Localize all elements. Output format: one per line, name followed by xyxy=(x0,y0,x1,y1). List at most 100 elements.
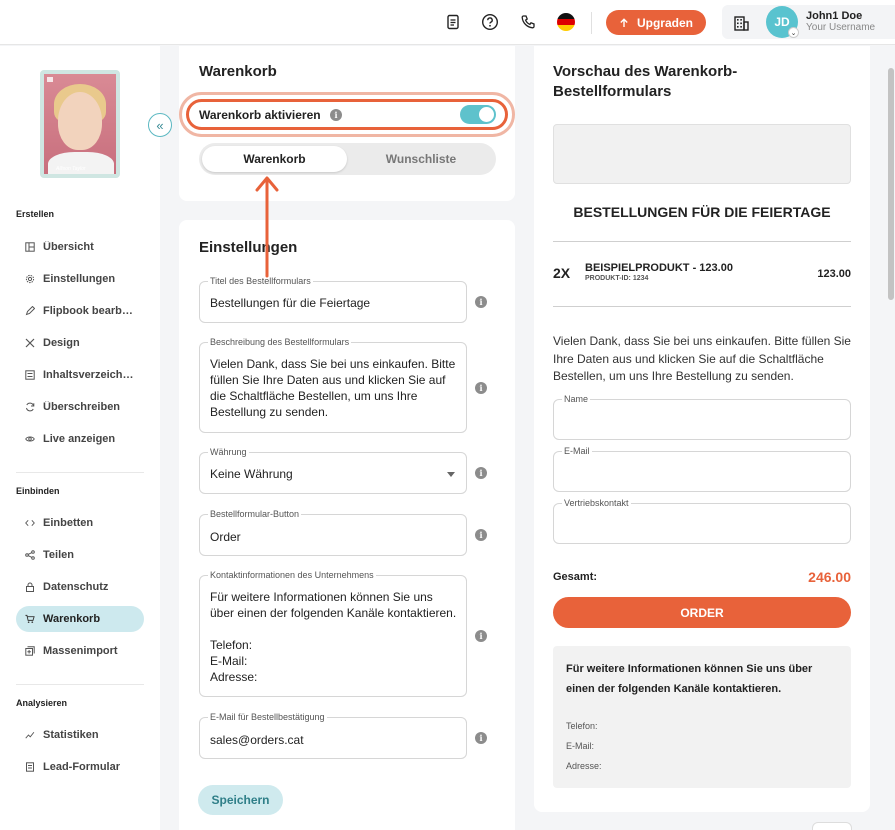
upgrade-button[interactable]: Upgraden xyxy=(606,10,706,35)
field-label: Währung xyxy=(208,447,249,458)
item-product-id: PRODUKT-ID: 1234 xyxy=(585,275,649,282)
help-icon[interactable] xyxy=(480,12,500,32)
tab-warenkorb[interactable]: Warenkorb xyxy=(202,146,347,172)
flipbook-cover-thumbnail[interactable]: Allison Taylor xyxy=(40,70,120,178)
sidebar-item-design[interactable]: Design xyxy=(16,330,144,356)
contact-address: Adresse: xyxy=(566,761,602,771)
confirmation-email-field[interactable]: E-Mail für Bestellbestätigung sales@orde… xyxy=(199,712,467,759)
sidebar-item-übersicht[interactable]: Übersicht xyxy=(16,234,144,260)
collapse-sidebar-button[interactable]: « xyxy=(148,113,172,137)
order-button-text-field[interactable]: Bestellformular-Button Order xyxy=(199,509,467,556)
contact-phone: Telefon: xyxy=(566,721,598,731)
info-icon[interactable]: i xyxy=(330,109,342,121)
field-label: E-Mail xyxy=(562,446,592,457)
divider xyxy=(553,306,851,307)
preview-header-image-placeholder xyxy=(553,124,851,184)
sidebar-item-label: Datenschutz xyxy=(43,581,109,593)
description-line: Vielen Dank, dass Sie bei uns einkaufen.… xyxy=(210,357,456,371)
info-icon[interactable]: i xyxy=(475,467,487,479)
phone-icon[interactable] xyxy=(518,12,538,32)
info-icon[interactable]: i xyxy=(475,529,487,541)
lock-icon xyxy=(25,582,35,592)
info-icon[interactable]: i xyxy=(475,382,487,394)
contact-email: E-Mail: xyxy=(566,741,595,751)
sidebar-item-label: Einstellungen xyxy=(43,273,116,285)
company-contact-field[interactable]: Kontaktinformationen des Unternehmens Fü… xyxy=(199,570,467,697)
chevron-down-icon[interactable]: ⌄ xyxy=(788,27,799,38)
sidebar-item-label: Übersicht xyxy=(43,241,94,253)
name-input[interactable]: Name xyxy=(553,394,851,440)
cart-icon xyxy=(25,614,35,624)
pencil-icon xyxy=(25,306,35,316)
field-value: sales@orders.cat xyxy=(210,733,304,747)
german-flag-icon[interactable] xyxy=(557,13,575,31)
item-price: 123.00 xyxy=(817,268,851,280)
sidebar-item-warenkorb[interactable]: Warenkorb xyxy=(16,606,144,632)
email-input[interactable]: E-Mail xyxy=(553,446,851,492)
floating-widget[interactable] xyxy=(812,822,852,830)
sidebar-item-flipbook-bearbei[interactable]: Flipbook bearbei... xyxy=(16,298,144,324)
scrollbar-thumb[interactable] xyxy=(888,68,894,300)
upgrade-label: Upgraden xyxy=(636,15,693,30)
preview-description: Vielen Dank, dass Sie bei uns einkaufen.… xyxy=(553,334,851,383)
top-bar: Upgraden JD ⌄ John1 Doe Your Username xyxy=(0,0,895,45)
user-username: Your Username xyxy=(806,22,876,33)
cart-toggle-label: Warenkorb aktivieren xyxy=(199,108,321,122)
contact-line: Adresse: xyxy=(210,670,258,684)
form-icon xyxy=(25,762,35,772)
sales-contact-input[interactable]: Vertriebskontakt xyxy=(553,498,851,544)
divider xyxy=(16,684,144,685)
double-chevron-left-icon: « xyxy=(156,117,164,133)
import-icon xyxy=(25,646,35,656)
contact-line: Für weitere Informationen können Sie uns xyxy=(210,590,433,604)
preview-title: Vorschau des Warenkorb-Bestellformulars xyxy=(553,63,738,100)
field-label: Kontaktinformationen des Unternehmens xyxy=(208,570,376,581)
cart-toggle-switch[interactable] xyxy=(460,105,496,124)
sidebar-item-überschreiben[interactable]: Überschreiben xyxy=(16,394,144,420)
sidebar-item-label: Statistiken xyxy=(43,729,99,741)
order-button[interactable]: ORDER xyxy=(553,597,851,628)
save-button[interactable]: Speichern xyxy=(198,785,283,815)
sidebar-item-live-anzeigen[interactable]: Live anzeigen xyxy=(16,426,144,452)
sidebar-item-statistiken[interactable]: Statistiken xyxy=(16,722,144,748)
item-quantity: 2X xyxy=(553,265,571,281)
currency-select[interactable]: Währung Keine Währung xyxy=(199,447,467,494)
sidebar-item-einbetten[interactable]: Einbetten xyxy=(16,510,144,536)
field-label: Beschreibung des Bestellformulars xyxy=(208,337,352,348)
field-value: Bestellungen für die Feiertage xyxy=(210,296,371,310)
building-icon[interactable] xyxy=(731,13,751,33)
sidebar-item-einstellungen[interactable]: Einstellungen xyxy=(16,266,144,292)
info-icon[interactable]: i xyxy=(475,296,487,308)
item-name: BEISPIELPRODUKT - 123.00 xyxy=(585,262,733,274)
divider xyxy=(553,241,851,242)
tab-wunschliste[interactable]: Wunschliste xyxy=(349,146,493,172)
sidebar-item-inhaltsverzeichnis[interactable]: Inhaltsverzeichnis xyxy=(16,362,144,388)
sidebar-item-teilen[interactable]: Teilen xyxy=(16,542,144,568)
field-label: Name xyxy=(562,394,591,405)
contact-line: Telefon: xyxy=(210,638,253,652)
divider xyxy=(591,12,592,34)
order-form-description-field[interactable]: Beschreibung des Bestellformulars Vielen… xyxy=(199,337,467,433)
avatar-initials: JD xyxy=(774,15,790,29)
order-form-title-field[interactable]: Titel des Bestellformulars Bestellungen … xyxy=(199,276,467,323)
total-label: Gesamt: xyxy=(553,571,598,583)
info-icon[interactable]: i xyxy=(475,630,487,642)
description-line: die Schaltfläche Bestellen, um uns Ihre xyxy=(210,389,418,403)
document-icon[interactable] xyxy=(443,12,463,32)
sidebar-item-label: Teilen xyxy=(43,549,74,561)
sidebar-item-datenschutz[interactable]: Datenschutz xyxy=(16,574,144,600)
list-icon xyxy=(25,370,35,380)
sidebar-item-label: Live anzeigen xyxy=(43,433,116,445)
sidebar-section-title: Erstellen xyxy=(16,209,55,219)
contact-line: E-Mail: xyxy=(210,654,248,668)
cover-text: Allison Taylor xyxy=(56,166,86,172)
preview-form-heading: BESTELLUNGEN FÜR DIE FEIERTAGE xyxy=(573,204,831,220)
description-line: füllen Sie Ihre Daten aus und klicken Si… xyxy=(210,373,446,387)
contact-line: über einen der folgenden Kanäle kontakti… xyxy=(210,606,457,620)
sidebar-item-label: Design xyxy=(43,337,80,349)
sidebar-item-massenimport[interactable]: Massenimport xyxy=(16,638,144,664)
field-label: E-Mail für Bestellbestätigung xyxy=(208,712,327,723)
sidebar-item-lead-formular[interactable]: Lead-Formular xyxy=(16,754,144,780)
gear-icon xyxy=(25,274,35,284)
info-icon[interactable]: i xyxy=(475,732,487,744)
